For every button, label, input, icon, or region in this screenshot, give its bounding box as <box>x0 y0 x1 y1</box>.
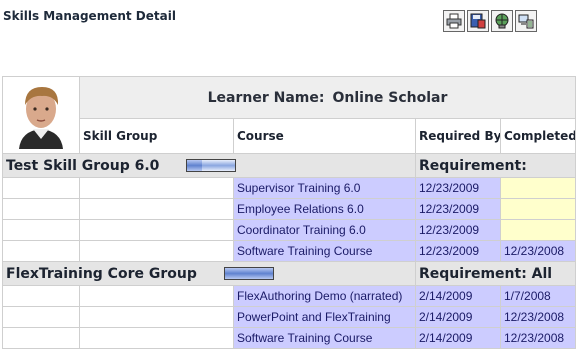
course-name[interactable]: Software Training Course <box>233 327 416 349</box>
column-header-required-by: Required By <box>415 118 501 154</box>
computer-export-icon <box>518 14 534 29</box>
avatar <box>2 76 80 154</box>
skill-group-row: FlexTraining Core Group Requirement: All <box>2 261 576 286</box>
export-button[interactable] <box>515 10 537 32</box>
required-by-date: 2/14/2009 <box>415 327 501 349</box>
page-title: Skills Management Detail <box>3 9 176 23</box>
skill-group-row: Test Skill Group 6.0 Requirement: <box>2 153 576 178</box>
required-by-date: 2/14/2009 <box>415 285 501 307</box>
required-by-date: 12/23/2009 <box>415 177 501 199</box>
course-name[interactable]: Supervisor Training 6.0 <box>233 177 416 199</box>
completed-date: 12/23/2008 <box>499 306 576 328</box>
completed-date: 12/23/2008 <box>499 327 576 349</box>
print-button[interactable] <box>443 10 465 32</box>
network-globe-icon <box>495 13 509 29</box>
skill-group-header: FlexTraining Core Group <box>2 261 416 286</box>
learner-photo-icon <box>9 78 73 149</box>
table-row: FlexAuthoring Demo (narrated) 2/14/2009 … <box>2 285 576 307</box>
column-header-row: Skill Group Course Required By Completed <box>3 118 576 154</box>
course-name[interactable]: Coordinator Training 6.0 <box>233 219 416 241</box>
completed-date: 1/7/2008 <box>499 285 576 307</box>
toolbar <box>443 10 537 34</box>
table-row: Supervisor Training 6.0 12/23/2009 <box>2 177 576 199</box>
completed-date: 12/23/2008 <box>499 240 576 262</box>
skill-group-requirement: Requirement: All <box>414 261 576 286</box>
save-button[interactable] <box>467 10 489 32</box>
required-by-date: 2/14/2009 <box>415 306 501 328</box>
skill-group-name: Test Skill Group 6.0 <box>6 157 160 174</box>
required-by-date: 12/23/2009 <box>415 240 501 262</box>
completed-date <box>499 219 576 241</box>
table-row: Coordinator Training 6.0 12/23/2009 <box>2 219 576 241</box>
skill-group-progress-bar <box>186 159 237 172</box>
required-by-date: 12/23/2009 <box>415 219 501 241</box>
skill-group-requirement: Requirement: <box>414 153 576 178</box>
table-row: Employee Relations 6.0 12/23/2009 <box>2 198 576 220</box>
table-row: Software Training Course 2/14/2009 12/23… <box>2 327 576 349</box>
skill-group-header: Test Skill Group 6.0 <box>2 153 416 178</box>
course-name[interactable]: Employee Relations 6.0 <box>233 198 416 220</box>
table-row: Software Training Course 12/23/2009 12/2… <box>2 240 576 262</box>
learner-row: Learner Name: Online Scholar <box>2 76 576 154</box>
required-by-date: 12/23/2009 <box>415 198 501 220</box>
learner-label: Learner Name: <box>207 89 325 106</box>
skill-group-progress-bar <box>223 267 274 280</box>
skill-group-name: FlexTraining Core Group <box>6 265 197 282</box>
skills-table: Learner Name: Online Scholar Skill Group … <box>2 76 576 349</box>
learner-name-cell: Learner Name: Online Scholar <box>78 76 576 119</box>
course-name[interactable]: FlexAuthoring Demo (narrated) <box>233 285 416 307</box>
column-header-course: Course <box>233 118 416 154</box>
learner-name: Online Scholar <box>332 89 448 106</box>
completed-date <box>499 198 576 220</box>
table-row: PowerPoint and FlexTraining 2/14/2009 12… <box>2 306 576 328</box>
save-disk-icon <box>470 13 486 29</box>
column-header-skill-group: Skill Group <box>79 118 234 154</box>
column-header-completed: Completed <box>499 118 576 154</box>
completed-date <box>499 177 576 199</box>
printer-icon <box>446 13 462 29</box>
network-button[interactable] <box>491 10 513 32</box>
course-name[interactable]: Software Training Course <box>233 240 416 262</box>
course-name[interactable]: PowerPoint and FlexTraining <box>233 306 416 328</box>
